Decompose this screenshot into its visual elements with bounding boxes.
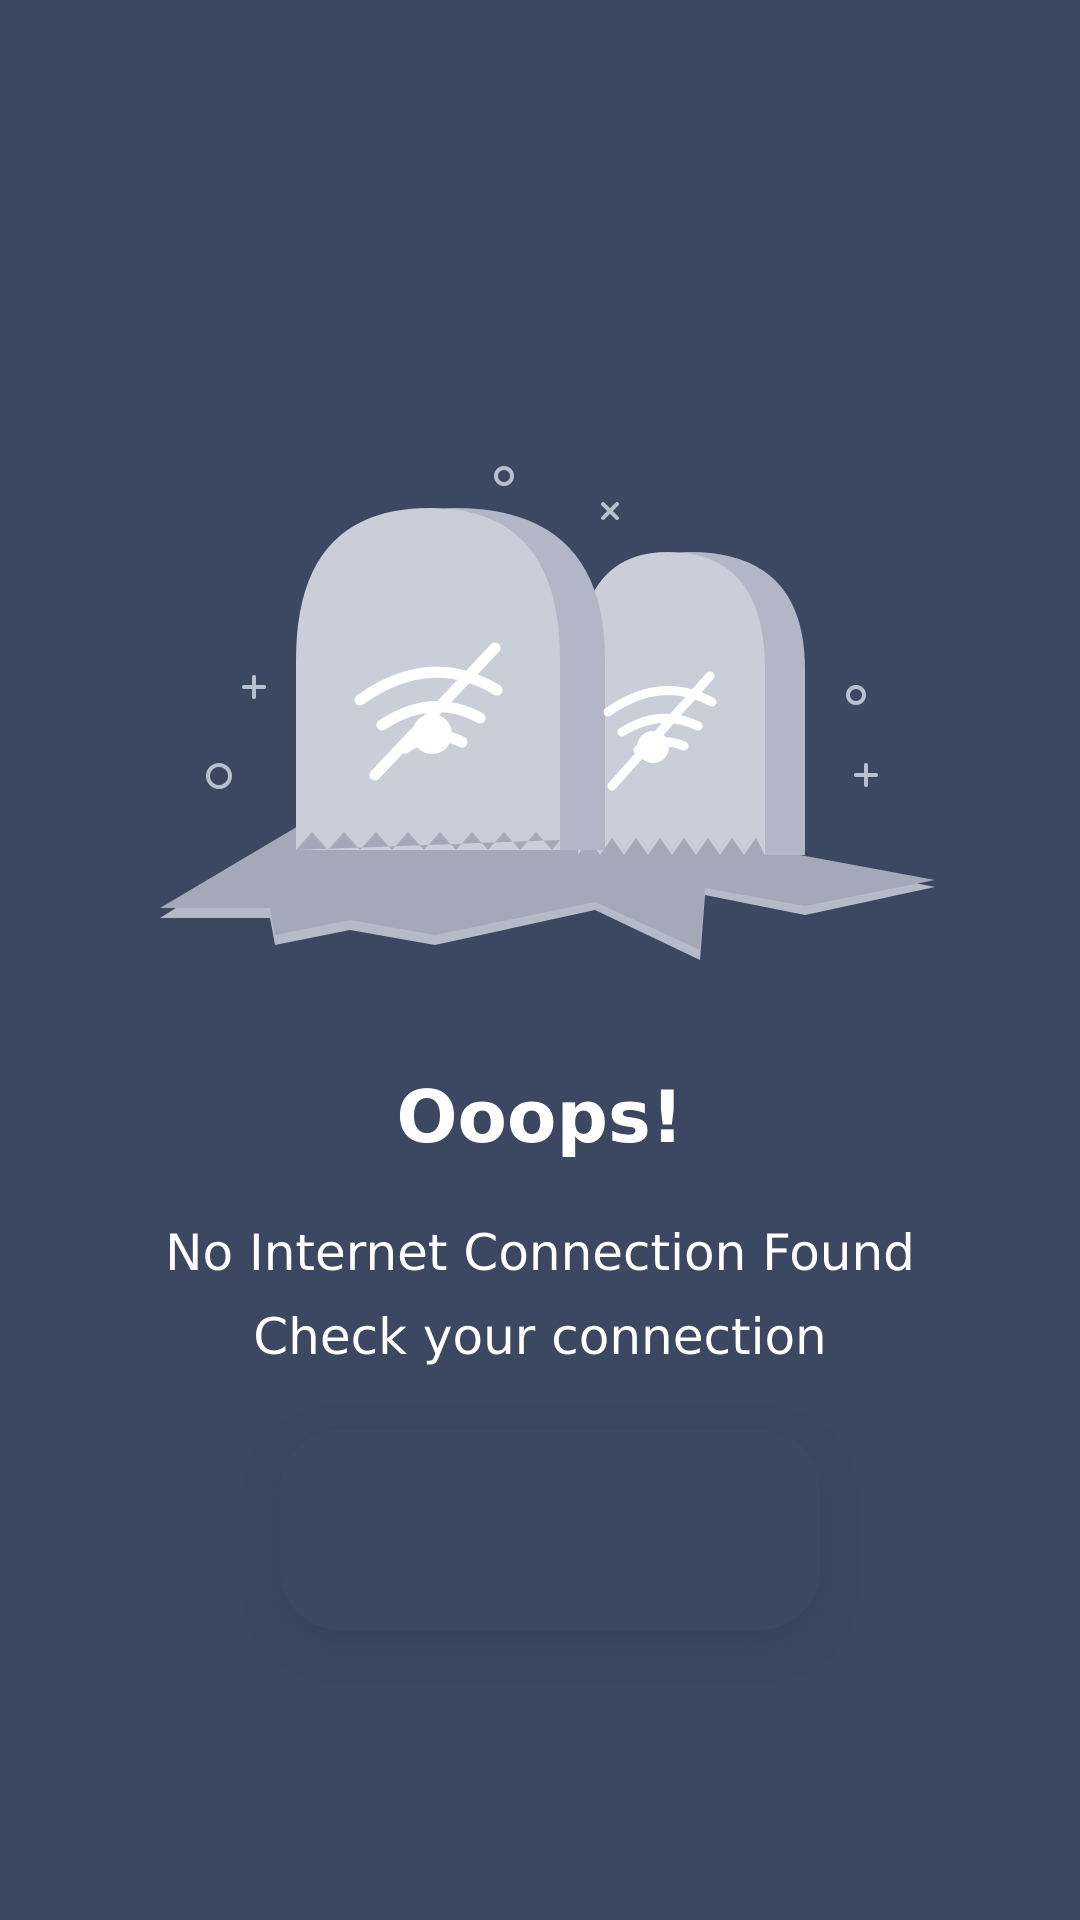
circle-sparkle xyxy=(846,685,866,705)
plus-sparkle xyxy=(854,763,878,787)
error-title: Ooops! xyxy=(396,1075,684,1159)
circle-sparkle xyxy=(206,763,232,789)
tombstone-left xyxy=(296,508,605,850)
error-hint: Check your connection xyxy=(253,1308,827,1366)
error-message: No Internet Connection Found xyxy=(165,1224,915,1282)
plus-sparkle xyxy=(242,675,266,699)
x-sparkle xyxy=(601,502,619,520)
retry-button[interactable] xyxy=(280,1430,820,1630)
broken-tombstones-illustration xyxy=(160,466,935,960)
circle-sparkle xyxy=(494,466,514,486)
no-connection-screen: Ooops! No Internet Connection Found Chec… xyxy=(0,0,1080,1920)
